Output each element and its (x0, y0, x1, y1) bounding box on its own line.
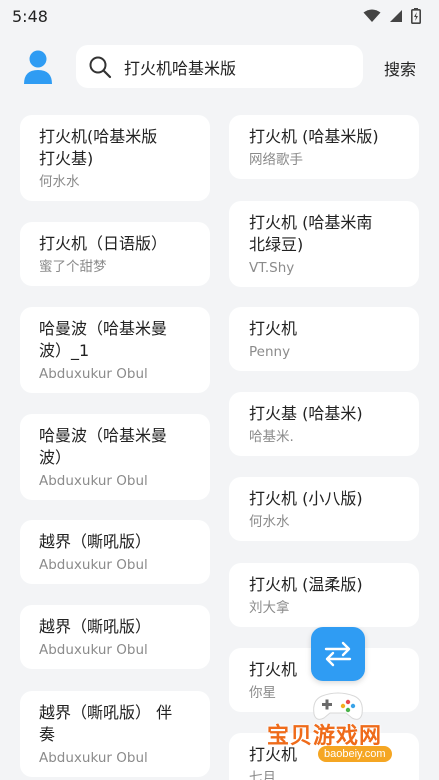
song-artist: 哈基米. (249, 429, 294, 445)
song-title-line: 波）_1 (39, 341, 90, 360)
song-artist: 刘大拿 (249, 600, 290, 616)
song-title-line: 北绿豆) (249, 235, 304, 254)
song-card[interactable]: 打火机 (小八版) 何水水 (229, 477, 419, 541)
song-title-line: 哈曼波（哈基米曼 (39, 426, 168, 445)
song-title-line: 越界（嘶吼版） (39, 532, 152, 551)
song-title: 打火机 (哈基米版) (249, 126, 405, 148)
search-button[interactable]: 搜索 (384, 56, 416, 80)
wifi-icon (363, 9, 381, 22)
song-title: 打火机（日语版） (39, 233, 196, 255)
song-artist: Abduxukur Obul (39, 473, 148, 489)
song-title-line: 越界（嘶吼版） 伴 (39, 703, 173, 722)
song-title: 打火机 (小八版) (249, 488, 405, 510)
song-artist: Abduxukur Obul (39, 642, 148, 658)
song-card[interactable]: 打火机(哈基米版 打火基) 何水水 (20, 115, 210, 201)
status-bar: 5:48 (0, 0, 439, 32)
song-artist: 网络歌手 (249, 152, 303, 168)
switch-button[interactable] (311, 627, 365, 681)
song-title-line: 打火机(哈基米版 (39, 127, 158, 146)
song-title-line: 哈曼波（哈基米曼 (39, 319, 168, 338)
song-card[interactable]: 越界（嘶吼版） Abduxukur Obul (20, 605, 210, 669)
song-title: 越界（嘶吼版） 伴奏 (39, 702, 196, 746)
top-bar: 打火机哈基米版 搜索 (0, 44, 439, 90)
search-icon (89, 56, 112, 78)
song-card[interactable]: 打火机 (哈基米南 北绿豆) VT.Shy (229, 201, 419, 287)
song-artist: 何水水 (249, 514, 290, 530)
song-title: 哈曼波（哈基米曼 波） (39, 425, 196, 469)
song-title-line: 打火机 (温柔版) (249, 575, 363, 594)
song-card[interactable]: 打火机 (哈基米版) 网络歌手 (229, 115, 419, 179)
status-icons (363, 8, 421, 24)
song-title: 越界（嘶吼版） (39, 531, 196, 553)
song-artist: 蜜了个甜梦 (39, 259, 107, 275)
song-artist: Penny (249, 344, 291, 360)
song-card[interactable]: 打火基 (哈基米) 哈基米. (229, 392, 419, 456)
user-avatar-icon[interactable] (22, 49, 54, 85)
song-title: 哈曼波（哈基米曼 波）_1 (39, 318, 196, 362)
song-title: 越界（嘶吼版） (39, 616, 196, 638)
song-card[interactable]: 打火机 (温柔版) 刘大拿 (229, 563, 419, 627)
song-title: 打火机 (249, 318, 405, 340)
search-query-text: 打火机哈基米版 (124, 58, 237, 78)
song-title-line: 打火基) (39, 149, 94, 168)
status-time: 5:48 (12, 6, 48, 26)
song-title: 打火机 (哈基米南 北绿豆) (249, 212, 405, 256)
song-artist: Abduxukur Obul (39, 557, 148, 573)
song-card[interactable]: 越界（嘶吼版） 伴奏 Abduxukur Obul (20, 691, 210, 777)
swap-arrows-icon (324, 641, 352, 667)
song-title-line: 打火基 (哈基米) (249, 404, 363, 423)
song-artist: 何水水 (39, 174, 80, 190)
song-card[interactable]: 打火机 Penny (229, 307, 419, 371)
song-title-line: 奏 (39, 725, 56, 744)
battery-icon (411, 8, 421, 24)
song-title-line: 越界（嘶吼版） (39, 617, 152, 636)
song-title-line: 打火机 (哈基米南 (249, 213, 373, 232)
song-title-line: 打火机（日语版） (39, 234, 168, 253)
song-title-line: 打火机 (哈基米版) (249, 127, 379, 146)
song-card[interactable]: 打火机（日语版） 蜜了个甜梦 (20, 222, 210, 286)
song-title-line: 波） (39, 448, 72, 467)
song-title: 打火机(哈基米版 打火基) (39, 126, 196, 170)
song-title-line: 打火机 (249, 319, 298, 338)
song-card[interactable]: 哈曼波（哈基米曼 波） Abduxukur Obul (20, 414, 210, 500)
signal-icon (390, 10, 402, 22)
watermark-url: baobeiy.com (318, 746, 392, 762)
song-title-line: 打火机 (小八版) (249, 489, 363, 508)
song-title: 打火机 (温柔版) (249, 574, 405, 596)
search-input[interactable]: 打火机哈基米版 (76, 45, 363, 88)
song-title: 打火基 (哈基米) (249, 403, 405, 425)
song-card[interactable]: 越界（嘶吼版） Abduxukur Obul (20, 520, 210, 584)
watermark: 宝贝游戏网 baobeiy.com (262, 688, 412, 778)
song-artist: Abduxukur Obul (39, 366, 148, 382)
song-artist: Abduxukur Obul (39, 750, 148, 766)
song-card[interactable]: 哈曼波（哈基米曼 波）_1 Abduxukur Obul (20, 307, 210, 393)
song-artist: VT.Shy (249, 260, 295, 276)
